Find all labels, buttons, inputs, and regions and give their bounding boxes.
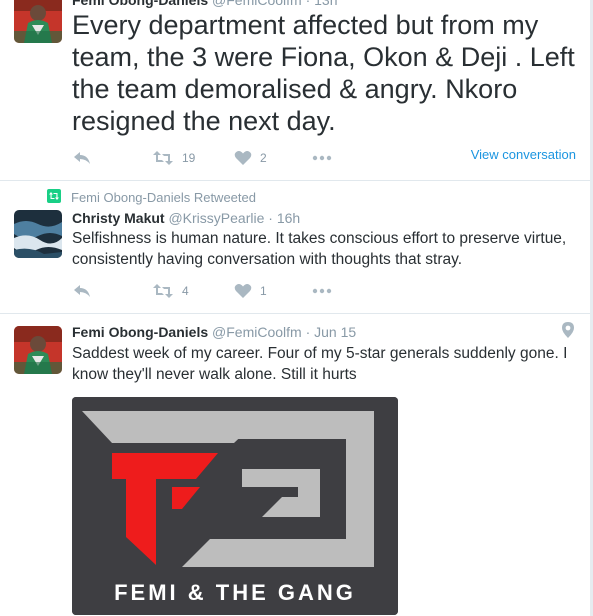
tweet-header: Christy Makut @KrissyPearlie · 16h <box>72 210 300 226</box>
author-handle[interactable]: @FemiCoolfm <box>212 0 302 8</box>
reply-button[interactable] <box>72 150 92 166</box>
tweet-header: Femi Obong-Daniels @FemiCoolfm · Jun 15 <box>72 324 356 340</box>
more-icon <box>312 150 332 166</box>
retweet-context: Femi Obong-Daniels Retweeted <box>47 189 256 206</box>
more-button[interactable] <box>312 283 332 299</box>
retweet-button[interactable]: 4 <box>152 283 189 299</box>
like-count: 2 <box>260 151 267 165</box>
author-name[interactable]: Femi Obong-Daniels <box>72 0 208 8</box>
tweet-timestamp[interactable]: 13h <box>314 0 337 8</box>
retweeted-by-label[interactable]: Femi Obong-Daniels Retweeted <box>71 190 256 205</box>
separator-dot: · <box>305 324 311 340</box>
reply-icon <box>72 283 92 299</box>
retweet-icon <box>152 150 174 166</box>
tweet-timestamp[interactable]: Jun 15 <box>314 324 356 340</box>
view-conversation-link[interactable]: View conversation <box>471 147 576 162</box>
tweet-text: Saddest week of my career. Four of my 5-… <box>72 345 568 383</box>
avatar-femi[interactable] <box>14 326 62 374</box>
avatar-femi[interactable] <box>14 0 62 43</box>
media-caption: FEMI & THE GANG <box>114 580 356 605</box>
retweet-button[interactable]: 19 <box>152 150 195 166</box>
tweet-christy-retweet[interactable]: Femi Obong-Daniels Retweeted Christy Mak… <box>0 181 590 313</box>
tweet-actions: 4 1 <box>72 283 372 303</box>
author-handle[interactable]: @FemiCoolfm <box>212 324 302 340</box>
heart-icon <box>234 283 252 299</box>
reply-icon <box>72 150 92 166</box>
author-name[interactable]: Christy Makut <box>72 210 165 226</box>
tweet-header: Femi Obong-Daniels @FemiCoolfm · 13h <box>72 0 338 8</box>
like-count: 1 <box>260 284 267 298</box>
retweet-icon <box>152 283 174 299</box>
retweet-count: 19 <box>182 151 196 165</box>
tweet-femi-1[interactable]: Femi Obong-Daniels @FemiCoolfm · 13h Eve… <box>0 0 590 180</box>
retweeted-badge-icon <box>47 189 61 206</box>
avatar-christy[interactable] <box>14 210 62 258</box>
retweet-count: 4 <box>182 284 189 298</box>
more-icon <box>312 283 332 299</box>
author-name[interactable]: Femi Obong-Daniels <box>72 324 208 340</box>
heart-icon <box>234 150 252 166</box>
tweet-actions: 19 2 <box>72 150 372 170</box>
like-button[interactable]: 1 <box>234 283 267 299</box>
author-handle[interactable]: @KrissyPearlie <box>168 210 264 226</box>
tweet-timestamp[interactable]: 16h <box>277 210 300 226</box>
tweet-text: Selfishness is human nature. It takes co… <box>72 230 567 268</box>
tweet-femi-2[interactable]: Femi Obong-Daniels @FemiCoolfm · Jun 15 … <box>0 314 590 616</box>
location-pin-icon[interactable] <box>562 322 574 343</box>
separator-dot: · <box>268 210 273 226</box>
tweet-text: Every department affected but from my te… <box>72 10 575 136</box>
tweet-media-image[interactable]: FEMI & THE GANG <box>72 397 398 615</box>
more-button[interactable] <box>312 150 332 166</box>
like-button[interactable]: 2 <box>234 150 267 166</box>
reply-button[interactable] <box>72 283 92 299</box>
separator-dot: · <box>305 0 311 8</box>
